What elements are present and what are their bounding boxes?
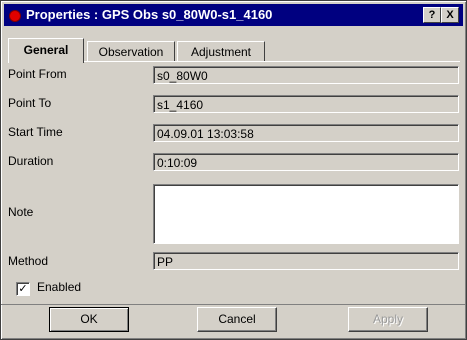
point-from-field[interactable]: s0_80W0 bbox=[153, 66, 459, 84]
title-bar[interactable]: Properties : GPS Obs s0_80W0-s1_4160 ? X bbox=[4, 4, 463, 26]
help-button[interactable]: ? bbox=[423, 7, 441, 23]
duration-label: Duration bbox=[8, 154, 54, 168]
tab-general[interactable]: General bbox=[8, 38, 84, 63]
properties-dialog: Properties : GPS Obs s0_80W0-s1_4160 ? X… bbox=[0, 0, 467, 340]
method-label: Method bbox=[8, 254, 49, 268]
tab-observation[interactable]: Observation bbox=[87, 41, 175, 62]
cancel-button[interactable]: Cancel bbox=[197, 307, 277, 332]
note-textarea[interactable] bbox=[153, 184, 459, 244]
note-label: Note bbox=[8, 205, 34, 219]
method-field[interactable]: PP bbox=[153, 252, 459, 270]
apply-button[interactable]: Apply bbox=[348, 307, 428, 332]
enabled-label[interactable]: Enabled bbox=[37, 280, 81, 294]
enabled-checkbox[interactable]: ✓ bbox=[16, 282, 30, 296]
window-title: Properties : GPS Obs s0_80W0-s1_4160 bbox=[26, 7, 273, 22]
point-to-field[interactable]: s1_4160 bbox=[153, 95, 459, 113]
red-dot-icon bbox=[9, 10, 21, 22]
start-time-label: Start Time bbox=[8, 125, 63, 139]
duration-field[interactable]: 0:10:09 bbox=[153, 153, 459, 171]
close-button[interactable]: X bbox=[441, 7, 459, 23]
point-from-label: Point From bbox=[8, 67, 67, 81]
tab-adjustment[interactable]: Adjustment bbox=[177, 41, 265, 62]
ok-button[interactable]: OK bbox=[49, 307, 129, 332]
start-time-field[interactable]: 04.09.01 13:03:58 bbox=[153, 124, 459, 142]
point-to-label: Point To bbox=[8, 96, 52, 110]
